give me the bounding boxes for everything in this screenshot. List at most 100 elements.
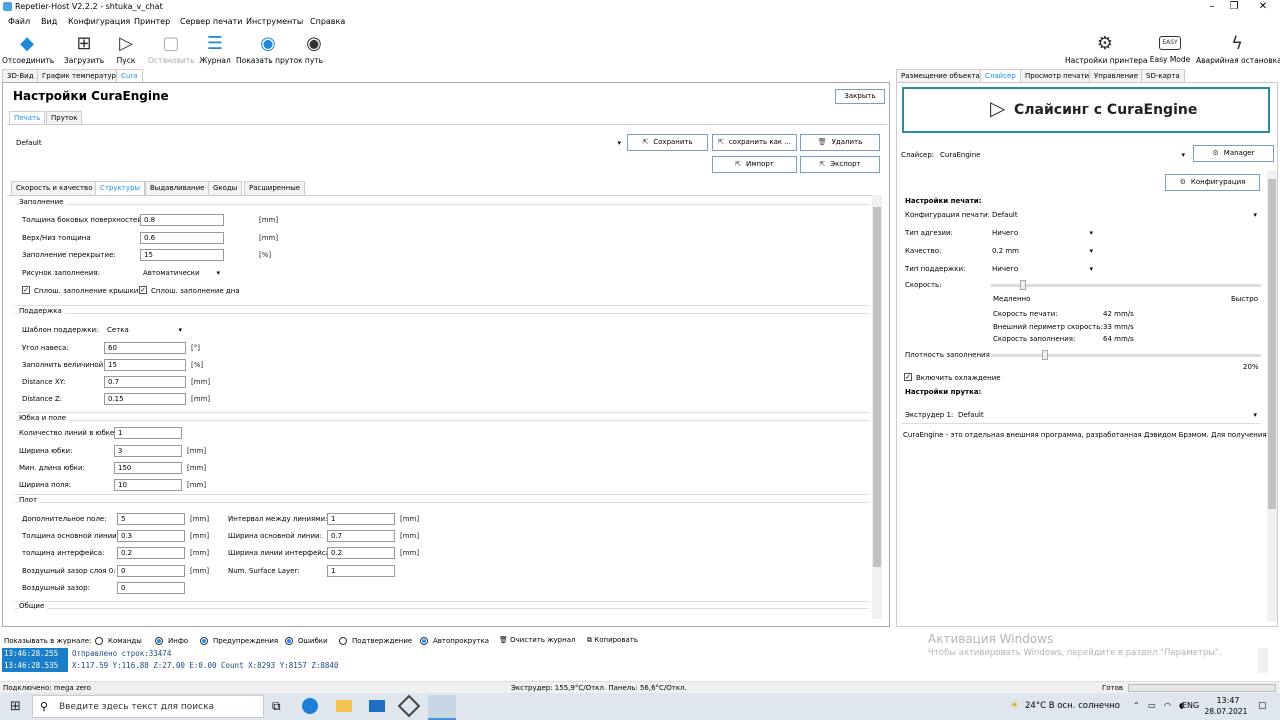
filter-info-radio[interactable] [155, 637, 163, 645]
support-fill-input[interactable]: 15 [104, 359, 186, 371]
speed-slider-thumb[interactable] [1020, 280, 1027, 290]
taskbar-search[interactable]: ⚲ Введите здесь текст для поиска [32, 695, 264, 718]
clock-date[interactable]: 28.07.2021 [1202, 707, 1250, 716]
repetier-taskbar-button[interactable] [428, 695, 456, 720]
menu-view[interactable]: Вид [41, 17, 57, 26]
emergency-stop-button[interactable]: ϟ Аварийная остановка [1196, 30, 1280, 68]
config-button[interactable]: ⚙ Конфигурация [1165, 174, 1260, 191]
mail-icon[interactable] [369, 700, 385, 712]
explorer-icon[interactable] [336, 700, 352, 712]
slice-button[interactable]: ▷ Слайсинг с CuraEngine [902, 87, 1270, 133]
tab-print-preview[interactable]: Просмотр печати [1020, 69, 1095, 83]
save-button[interactable]: ⇱ Сохранить [627, 134, 708, 151]
filter-warnings-radio[interactable] [200, 637, 208, 645]
tab-speed-quality[interactable]: Скорость и качество [11, 181, 98, 195]
extruder-select[interactable]: Default [955, 409, 1259, 421]
tab-temp-graph[interactable]: График температур [37, 69, 121, 83]
menu-printer[interactable]: Принтер [134, 17, 170, 26]
slicer-select[interactable]: CuraEngine [937, 149, 1187, 161]
easy-mode-button[interactable]: EASY Easy Mode [1148, 30, 1192, 68]
close-window-button[interactable]: ✕ [1248, 0, 1278, 14]
tab-control[interactable]: Управление [1089, 69, 1143, 83]
clock-time[interactable]: 13:47 [1210, 696, 1246, 705]
raft-extra-input[interactable]: 5 [117, 513, 185, 525]
delete-button[interactable]: 🗑 Удалить [800, 134, 880, 151]
filter-autoscroll-radio[interactable] [420, 637, 428, 645]
app-3d-icon[interactable] [397, 694, 421, 718]
language-indicator[interactable]: ENG [1182, 701, 1199, 710]
network-icon[interactable]: ▭ [1148, 701, 1156, 710]
dxy-input[interactable]: 0.7 [104, 376, 186, 388]
maximize-button[interactable]: ❐ [1219, 0, 1249, 14]
tab-cura[interactable]: Cura [116, 69, 143, 83]
quality-select[interactable]: 0.2 mm [989, 245, 1095, 257]
adhesion-select[interactable]: Ничего [989, 227, 1095, 239]
tab-gcodes[interactable]: Gкоды [208, 181, 243, 195]
clear-log-button[interactable]: 🗑 Очистить журнал [499, 636, 575, 644]
raft-base-input[interactable]: 0.3 [117, 530, 185, 542]
skirt-minlen-input[interactable]: 150 [114, 462, 182, 474]
support-template-select[interactable]: Сетка [104, 324, 184, 336]
tab-structures[interactable]: Структуры [95, 181, 145, 195]
wifi-icon[interactable]: ◠ [1164, 701, 1171, 710]
save-as-button[interactable]: ⇱ сохранить как ... [712, 134, 797, 151]
slicer-scrollbar[interactable] [1267, 171, 1277, 621]
tab-3d-view[interactable]: 3D-Вид [2, 69, 39, 83]
tab-filament[interactable]: Пруток [46, 111, 83, 125]
raft-interval-input[interactable]: 1 [327, 513, 395, 525]
tab-object-placement[interactable]: Размещение объекта [896, 69, 985, 83]
support-type-select[interactable]: Ничего [989, 263, 1095, 275]
menu-print-server[interactable]: Сервер печати [180, 17, 242, 26]
raft-gap0-input[interactable]: 0 [117, 565, 185, 577]
shell-input[interactable]: 0.8 [140, 214, 224, 226]
tab-advanced[interactable]: Расширенные [244, 181, 306, 195]
edge-icon[interactable] [302, 698, 318, 714]
cooling-checkbox[interactable]: ✓ [904, 373, 912, 381]
menu-tools[interactable]: Инструменты [246, 17, 303, 26]
dz-input[interactable]: 0.15 [104, 393, 186, 405]
pattern-select[interactable]: Автоматически [140, 267, 222, 279]
solid-top-checkbox[interactable]: ✓ [22, 286, 30, 294]
raft-gap-input[interactable]: 0 [117, 582, 185, 594]
density-slider-thumb[interactable] [1042, 350, 1048, 360]
settings-scrollbar[interactable] [872, 195, 882, 619]
journal-button[interactable]: ☰ Журнал [198, 30, 232, 68]
tray-chevron-icon[interactable]: ⌃ [1133, 701, 1140, 710]
filter-ack-radio[interactable] [339, 637, 347, 645]
brim-input[interactable]: 10 [114, 479, 182, 491]
tab-print[interactable]: Печать [9, 111, 46, 125]
show-filament-button[interactable]: ◉ Показать пруток [236, 30, 303, 68]
overlap-input[interactable]: 15 [140, 249, 224, 261]
topbottom-input[interactable]: 0.6 [140, 232, 224, 244]
speed-slider[interactable] [991, 280, 1261, 290]
printer-settings-button[interactable]: ⚙ Настройки принтера [1065, 30, 1148, 68]
tab-extrusion[interactable]: Выдавливание [145, 181, 210, 195]
skirt-lines-input[interactable]: 1 [114, 427, 182, 439]
profile-select[interactable]: Default [13, 137, 623, 149]
filter-commands-radio[interactable] [95, 637, 103, 645]
menu-help[interactable]: Справка [310, 17, 345, 26]
skirt-width-input[interactable]: 3 [114, 445, 182, 457]
raft-basew-input[interactable]: 0.7 [327, 530, 395, 542]
tab-sd-card[interactable]: SD-карта [1141, 69, 1185, 83]
log-scrollbar[interactable] [1258, 648, 1268, 673]
copy-button[interactable]: ⧉ Копировать [587, 636, 638, 645]
close-button[interactable]: Закрыть [835, 89, 885, 104]
tab-slicer[interactable]: Слайсер [980, 69, 1021, 83]
disconnect-button[interactable]: ◆ Отсоединить [2, 30, 54, 68]
manager-button[interactable]: ⚙ Manager [1193, 145, 1274, 162]
angle-input[interactable]: 60 [104, 342, 186, 354]
windows-start-icon[interactable]: ⊞ [10, 699, 21, 714]
load-button[interactable]: ⊞ Загрузить [64, 30, 104, 68]
export-button[interactable]: ⇱ Экспорт [800, 156, 880, 173]
print-config-select[interactable]: Default [989, 209, 1259, 221]
import-button[interactable]: ⇱ Импорт [712, 156, 797, 173]
raft-ifacew-input[interactable]: 0.2 [327, 547, 395, 559]
density-slider[interactable] [991, 350, 1261, 360]
filter-errors-radio[interactable] [285, 637, 293, 645]
notification-icon[interactable]: ▢ [1258, 701, 1267, 711]
raft-iface-input[interactable]: 0.2 [117, 547, 185, 559]
menu-config[interactable]: Конфигурация [68, 17, 130, 26]
path-button[interactable]: ◉ путь [302, 30, 326, 68]
task-view-icon[interactable]: ⧉ [272, 699, 281, 714]
